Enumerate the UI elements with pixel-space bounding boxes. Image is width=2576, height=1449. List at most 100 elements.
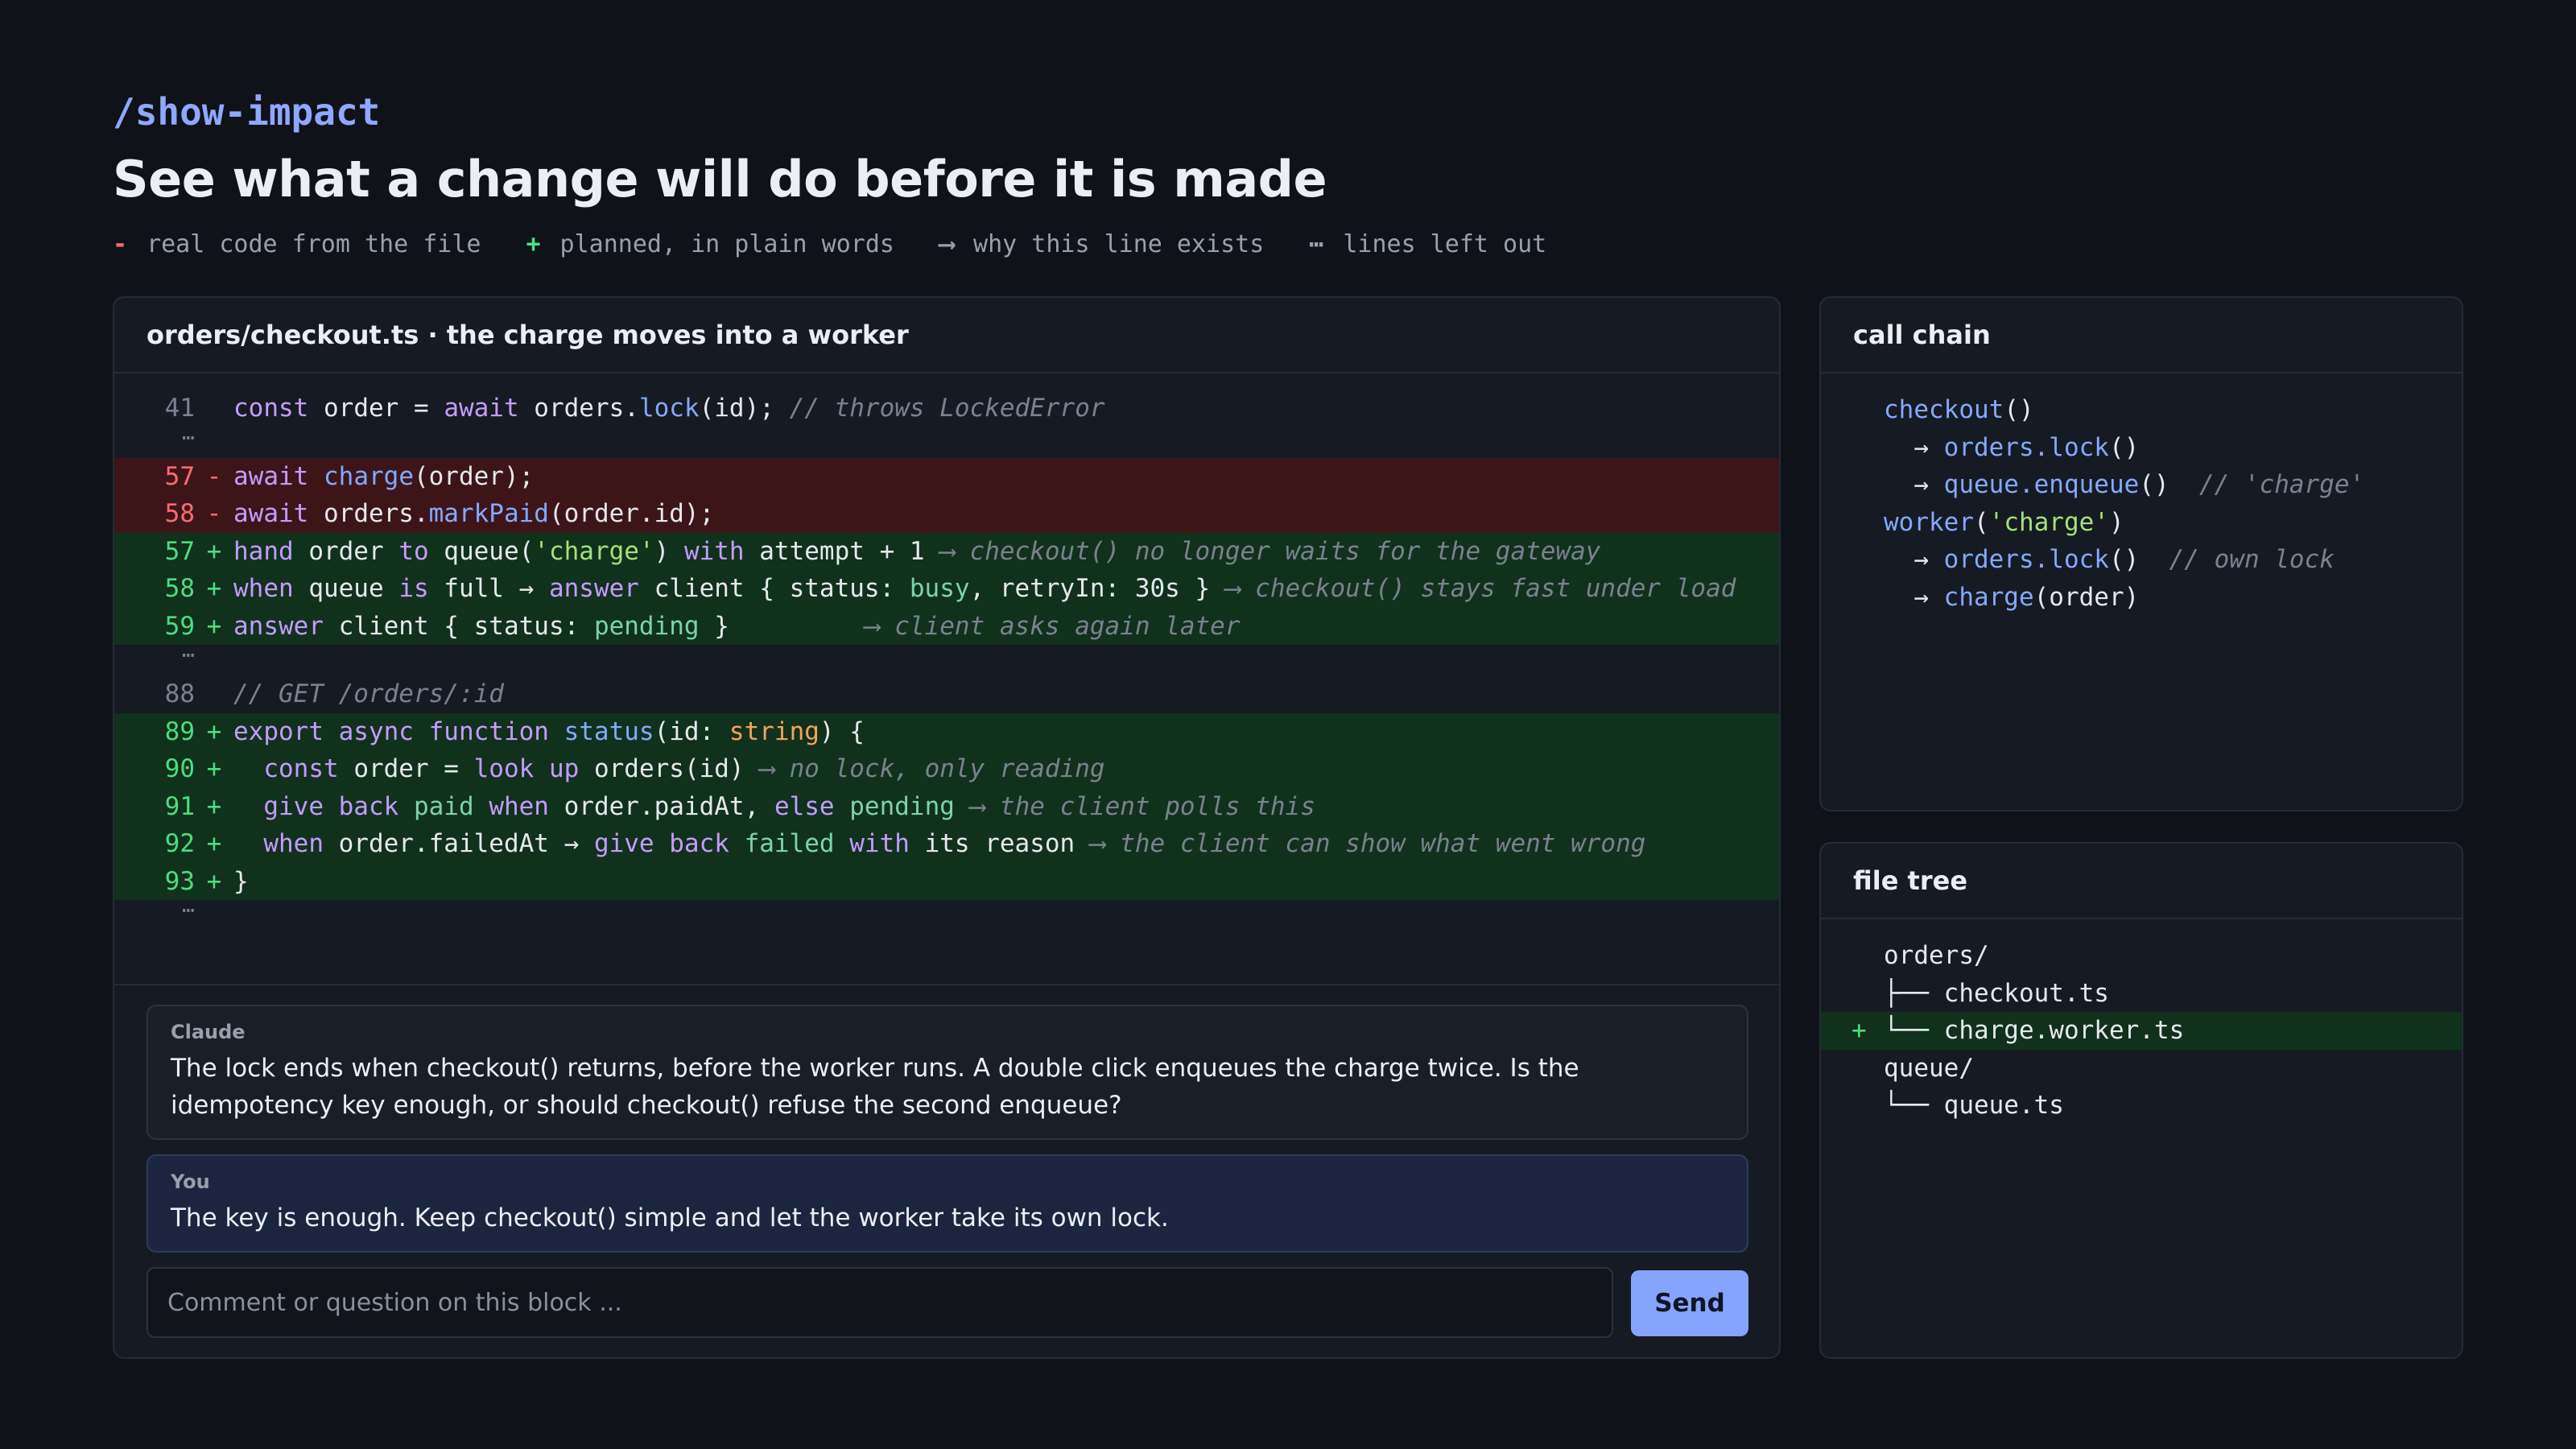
file-tree-label: └── charge.worker.ts — [1884, 1016, 2185, 1045]
code-token: string — [729, 716, 819, 746]
code-token: → — [1884, 545, 1944, 574]
diff-sign: + — [206, 866, 222, 896]
comment-author: Claude — [171, 1021, 246, 1043]
line-number: 90 — [164, 754, 195, 783]
code-token: await — [233, 499, 309, 528]
code-token: queue.enqueue — [1943, 470, 2140, 499]
code-token: (id); — [699, 394, 790, 423]
code-token: paid — [413, 791, 474, 821]
line-number: 59 — [164, 611, 195, 641]
code-token: export async function — [233, 716, 549, 746]
code-text: } — [233, 863, 249, 901]
omitted-lines-marker: ⋯ — [182, 898, 195, 923]
code-token: client { status: — [638, 574, 910, 603]
added-mark: + — [1852, 1016, 1867, 1045]
file-tree-title: file tree — [1821, 844, 2462, 919]
added-line: 57 + hand order to queue('charge') with at… — [114, 532, 1779, 570]
user-reply: You The key is enough. Keep checkout() s… — [147, 1154, 1748, 1253]
code-token: full → — [428, 574, 549, 603]
call-chain-line: → orders.lock() // own lock — [1821, 541, 2462, 579]
added-line: 90 + const order = look up orders(id) ⟶ n… — [114, 750, 1779, 788]
code-token: order = — [308, 394, 444, 423]
code-token: 'charge' — [1988, 507, 2109, 537]
page-title: See what a change will do before it is m… — [113, 150, 1327, 208]
file-tree-label: └── queue.ts — [1884, 1091, 2064, 1120]
call-chain-line: → queue.enqueue() // 'charge' — [1821, 466, 2462, 504]
code-token: with — [683, 536, 745, 566]
code-token: order.paidAt, — [548, 791, 774, 821]
file-tree-label: ├── checkout.ts — [1884, 978, 2109, 1008]
call-chain-title: call chain — [1821, 298, 2462, 374]
code-text: export async function status(id: string)… — [233, 713, 865, 751]
code-token: queue — [293, 574, 399, 603]
code-token: // throws LockedError — [789, 394, 1105, 423]
code-token: queue( — [428, 536, 535, 566]
code-token: order = — [338, 754, 474, 783]
code-token: give back — [263, 791, 399, 821]
code-token: orders(id) — [579, 754, 760, 783]
code-token: busy — [909, 574, 970, 603]
code-token: (order); — [413, 461, 535, 491]
claude-comment: Claude The lock ends when checkout() ret… — [147, 1005, 1748, 1140]
code-text: // GET /orders/:id — [233, 675, 504, 713]
code-token: await — [233, 461, 309, 491]
diff-sign: - — [206, 499, 222, 528]
legend-label: why this line exists — [973, 230, 1265, 258]
file-tree-label: queue/ — [1884, 1053, 1974, 1083]
code-text: answer client { status: pending } ⟶ clie… — [233, 608, 1241, 646]
diff-panel: orders/checkout.ts · the charge moves in… — [113, 296, 1781, 1359]
code-token: when — [489, 791, 549, 821]
code-token: orders.lock — [1943, 545, 2109, 574]
code-token: status — [564, 716, 654, 746]
call-chain-line: worker('charge') — [1821, 504, 2462, 542]
diff-sign: + — [206, 611, 222, 641]
comment-text: The lock ends when checkout() returns, b… — [171, 1054, 1579, 1120]
code-token: () — [2108, 545, 2169, 574]
code-token: 'charge' — [534, 536, 654, 566]
code-token: ⟶ client asks again later — [864, 611, 1241, 641]
line-number: 58 — [164, 574, 195, 603]
code-token: attempt + 1 — [744, 536, 940, 566]
line-number: 93 — [164, 866, 195, 896]
file-tree-item[interactable]: └── queue.ts — [1821, 1087, 2462, 1125]
code-token: client { status: — [323, 611, 594, 641]
code-token: → — [1884, 582, 1944, 612]
code-text: await orders.markPaid(order.id); — [233, 495, 714, 533]
code-token: markPaid — [428, 499, 549, 528]
legend-minus-mark: - — [113, 230, 128, 258]
legend-label: real code from the file — [147, 230, 481, 258]
code-token: const — [233, 394, 309, 423]
code-token: its reason — [909, 829, 1090, 858]
send-button[interactable]: Send — [1631, 1270, 1748, 1336]
file-tree-list: orders/ ├── checkout.ts + └── charge.worker… — [1821, 919, 2462, 1125]
legend-dots-mark: ⋯ — [1309, 230, 1324, 258]
code-token: → — [1884, 432, 1944, 462]
diff-sign: + — [206, 754, 222, 783]
code-token: answer — [548, 574, 639, 603]
code-token: ⟶ checkout() no longer waits for the gat… — [939, 536, 1601, 566]
added-line: 89 + export async function status(id: stri… — [114, 712, 1779, 751]
added-line: 93 +} — [114, 862, 1779, 901]
diff-sign: + — [206, 829, 222, 858]
command-label: /show-impact — [113, 90, 381, 134]
code-token: () — [2139, 470, 2199, 499]
file-tree-item[interactable]: queue/ — [1821, 1050, 2462, 1088]
code-token: ⟶ the client polls this — [969, 791, 1315, 821]
code-token: const — [263, 754, 339, 783]
comment-input[interactable] — [147, 1267, 1613, 1338]
code-token: (order) — [2033, 582, 2140, 612]
file-tree-item[interactable]: orders/ — [1821, 937, 2462, 975]
legend-label: planned, in plain words — [559, 230, 894, 258]
file-tree-item[interactable]: ├── checkout.ts — [1821, 975, 2462, 1013]
reply-text: The key is enough. Keep checkout() simpl… — [171, 1203, 1169, 1232]
line-number: 57 — [164, 461, 195, 491]
line-number: 91 — [164, 791, 195, 821]
code-token: lock — [638, 394, 700, 423]
code-token: // 'charge' — [2198, 470, 2365, 499]
file-tree-item-added[interactable]: + └── charge.worker.ts — [1821, 1012, 2462, 1050]
code-token: ) { — [819, 716, 865, 746]
